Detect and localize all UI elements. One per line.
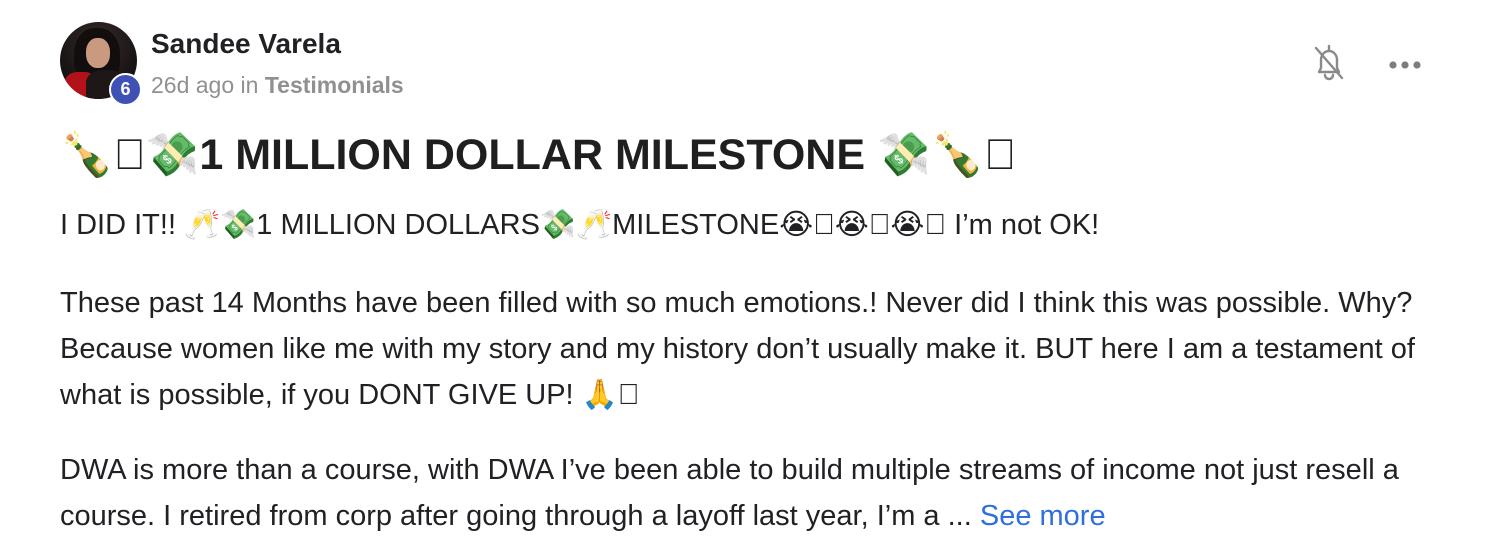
level-badge: 6 bbox=[109, 73, 142, 106]
avatar-container[interactable]: 6 bbox=[60, 22, 142, 106]
post-time: 26d ago bbox=[151, 72, 235, 98]
post-paragraph-3: DWA is more than a course, with DWA I’ve… bbox=[60, 447, 1460, 539]
bell-off-icon[interactable] bbox=[1308, 42, 1350, 84]
bell-off-svg bbox=[1314, 44, 1344, 81]
more-dots-svg bbox=[1389, 61, 1421, 69]
avatar-face bbox=[86, 38, 110, 68]
post-paragraph-1: I DID IT!! 🥂💸1 MILLION DOLLARS💸🥂MILESTON… bbox=[60, 209, 1100, 241]
post-meta: 26d ago in Testimonials bbox=[151, 70, 404, 100]
post-paragraph-3-text: DWA is more than a course, with DWA I’ve… bbox=[60, 454, 1399, 532]
post-title[interactable]: 🍾􀀀💸1 MILLION DOLLAR MILESTONE 💸🍾􀀀 bbox=[60, 127, 1016, 183]
category-link[interactable]: Testimonials bbox=[265, 72, 404, 98]
post-card: 6 Sandee Varela 26d ago in Testimonials … bbox=[0, 0, 1500, 549]
see-more-link[interactable]: See more bbox=[980, 500, 1106, 532]
more-options-icon[interactable] bbox=[1384, 44, 1426, 86]
meta-in-word: in bbox=[240, 72, 259, 98]
post-paragraph-2: These past 14 Months have been filled wi… bbox=[60, 287, 1415, 411]
author-name[interactable]: Sandee Varela bbox=[151, 26, 341, 62]
